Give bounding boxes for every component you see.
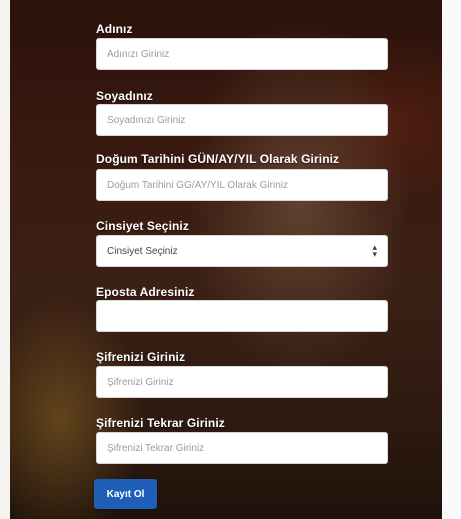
password-label: Şifrenizi Giriniz: [96, 350, 186, 364]
gender-select[interactable]: Cinsiyet Seçiniz ▴ ▾: [96, 235, 388, 267]
left-margin: [0, 0, 10, 519]
email-label: Eposta Adresiniz: [96, 285, 195, 299]
background-photo: Adınız Adınızı Giriniz Soyadınız Soyadın…: [0, 0, 461, 519]
gender-selected-value: Cinsiyet Seçiniz: [107, 245, 178, 257]
name-input[interactable]: Adınızı Giriniz: [96, 38, 388, 70]
surname-placeholder: Soyadınızı Giriniz: [107, 114, 186, 126]
password-repeat-input[interactable]: Şifrenizi Tekrar Giriniz: [96, 432, 388, 464]
surname-input[interactable]: Soyadınızı Giriniz: [96, 104, 388, 136]
name-placeholder: Adınızı Giriniz: [107, 48, 170, 60]
surname-label: Soyadınız: [96, 89, 153, 103]
birthdate-label: Doğum Tarihini GÜN/AY/YIL Olarak Giriniz: [96, 152, 340, 166]
email-input[interactable]: [96, 300, 388, 332]
password-repeat-placeholder: Şifrenizi Tekrar Giriniz: [107, 442, 205, 454]
right-margin: [442, 0, 461, 519]
password-repeat-label: Şifrenizi Tekrar Giriniz: [96, 416, 225, 430]
password-input[interactable]: Şifrenizi Giriniz: [96, 366, 388, 398]
gender-label: Cinsiyet Seçiniz: [96, 219, 189, 233]
password-placeholder: Şifrenizi Giriniz: [107, 376, 174, 388]
register-button[interactable]: Kayıt Ol: [94, 479, 157, 509]
birthdate-input[interactable]: Doğum Tarihini GG/AY/YIL Olarak Giriniz: [96, 169, 388, 201]
name-label: Adınız: [96, 22, 133, 36]
birthdate-placeholder: Doğum Tarihini GG/AY/YIL Olarak Giriniz: [107, 179, 288, 191]
updown-chevron-icon: ▴ ▾: [372, 242, 377, 259]
registration-form: Adınız Adınızı Giriniz Soyadınız Soyadın…: [10, 0, 442, 519]
